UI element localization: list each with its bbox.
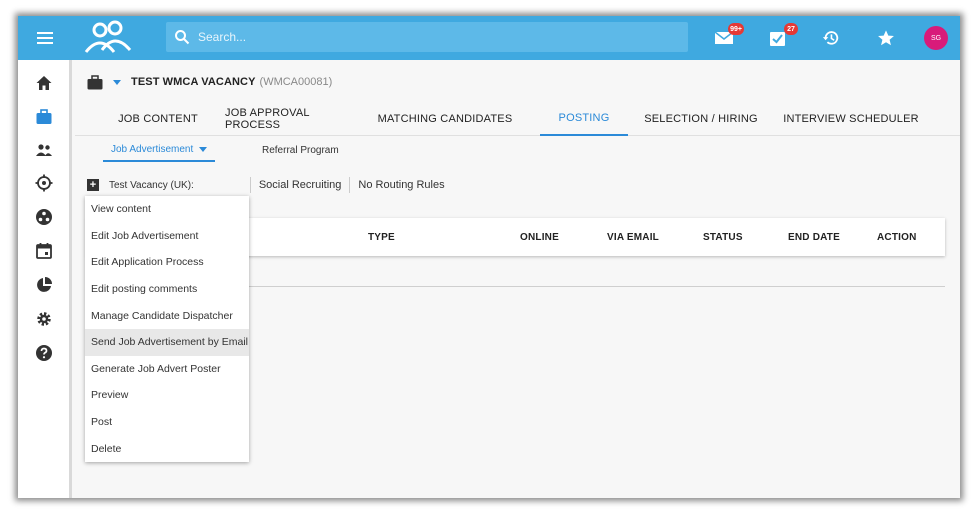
menu-item-generate-poster[interactable]: Generate Job Advert Poster <box>85 356 249 383</box>
social-recruiting-link[interactable]: Social Recruiting <box>259 179 342 191</box>
chevron-down-icon[interactable] <box>113 79 121 85</box>
tab-posting[interactable]: POSTING <box>540 102 628 136</box>
tab-interview-scheduler[interactable]: INTERVIEW SCHEDULER <box>781 102 921 136</box>
tasks-button[interactable]: 27 <box>766 23 798 50</box>
menu-icon[interactable] <box>18 16 72 60</box>
column-online[interactable]: ONLINE <box>520 218 559 256</box>
menu-item-post[interactable]: Post <box>85 409 249 436</box>
sidebar-item-network[interactable] <box>34 207 54 227</box>
vacancy-title: TEST WMCA VACANCY <box>131 76 256 88</box>
tab-job-approval-process[interactable]: JOB APPROVAL PROCESS <box>225 102 365 136</box>
sidebar <box>18 60 72 498</box>
menu-item-manage-candidate-dispatcher[interactable]: Manage Candidate Dispatcher <box>85 302 249 329</box>
tab-selection-hiring[interactable]: SELECTION / HIRING <box>637 102 765 136</box>
history-icon <box>822 31 839 45</box>
sub-tabs: Job Advertisement Referral Program <box>75 138 960 162</box>
gear-icon <box>37 312 51 326</box>
posting-actions-menu: View content Edit Job Advertisement Edit… <box>85 196 249 462</box>
menu-item-edit-posting-comments[interactable]: Edit posting comments <box>85 276 249 303</box>
menu-item-edit-application-process[interactable]: Edit Application Process <box>85 249 249 276</box>
subtab-label: Job Advertisement <box>111 143 194 155</box>
user-avatar[interactable]: SG <box>924 26 948 50</box>
column-status[interactable]: STATUS <box>703 218 743 256</box>
column-end-date[interactable]: END DATE <box>788 218 840 256</box>
column-action[interactable]: ACTION <box>877 218 917 256</box>
sidebar-item-reports[interactable] <box>34 275 54 295</box>
briefcase-icon <box>87 74 103 89</box>
subtab-job-advertisement[interactable]: Job Advertisement <box>103 138 216 162</box>
menu-item-preview[interactable]: Preview <box>85 382 249 409</box>
menu-item-delete[interactable]: Delete <box>85 435 249 462</box>
sidebar-item-jobs[interactable] <box>34 107 54 127</box>
help-icon <box>36 345 52 361</box>
menu-item-edit-job-advertisement[interactable]: Edit Job Advertisement <box>85 223 249 250</box>
menu-item-view-content[interactable]: View content <box>85 196 249 223</box>
sidebar-item-home[interactable] <box>34 73 54 93</box>
column-via-email[interactable]: VIA EMAIL <box>607 218 659 256</box>
main-tabs: JOB CONTENT JOB APPROVAL PROCESS MATCHIN… <box>75 102 960 136</box>
people-icon <box>36 144 52 156</box>
vacancy-posting-label: Test Vacancy (UK): <box>109 179 194 191</box>
history-button[interactable] <box>819 26 843 50</box>
column-type[interactable]: TYPE <box>368 218 395 256</box>
logo-icon <box>84 20 132 53</box>
sidebar-item-calendar[interactable] <box>34 241 54 261</box>
favorites-button[interactable] <box>874 26 898 50</box>
routing-row: + Test Vacancy (UK): Social Recruiting N… <box>87 176 445 194</box>
tab-matching-candidates[interactable]: MATCHING CANDIDATES <box>365 102 525 136</box>
tab-job-content[interactable]: JOB CONTENT <box>91 102 225 136</box>
subtab-referral-program[interactable]: Referral Program <box>262 138 339 162</box>
app-window: 99+ 27 SG <box>18 16 960 498</box>
network-icon <box>36 209 52 225</box>
routing-rules-link[interactable]: No Routing Rules <box>358 179 444 191</box>
briefcase-icon <box>36 109 52 124</box>
home-icon <box>36 76 52 90</box>
pie-chart-icon <box>37 277 52 292</box>
top-bar: 99+ 27 SG <box>18 16 960 60</box>
menu-item-send-by-email[interactable]: Send Job Advertisement by Email <box>85 328 249 356</box>
calendar-icon <box>36 243 52 259</box>
divider <box>249 177 251 193</box>
search-icon <box>175 30 190 45</box>
mail-badge: 99+ <box>728 23 744 35</box>
crosshair-icon <box>35 174 53 192</box>
vacancy-header: TEST WMCA VACANCY (WMCA00081) <box>87 72 332 92</box>
divider <box>349 177 351 193</box>
sidebar-item-targeting[interactable] <box>34 173 54 193</box>
search-input[interactable] <box>198 30 658 44</box>
sidebar-item-candidates[interactable] <box>34 140 54 160</box>
chevron-down-icon <box>199 146 208 152</box>
sidebar-item-settings[interactable] <box>34 309 54 329</box>
star-icon <box>878 30 894 46</box>
vacancy-code: (WMCA00081) <box>259 76 333 88</box>
sidebar-item-help[interactable] <box>34 343 54 363</box>
search-bar[interactable] <box>166 22 688 52</box>
plus-icon[interactable]: + <box>87 179 99 191</box>
mail-button[interactable]: 99+ <box>712 23 744 50</box>
tasks-badge: 27 <box>784 23 798 35</box>
